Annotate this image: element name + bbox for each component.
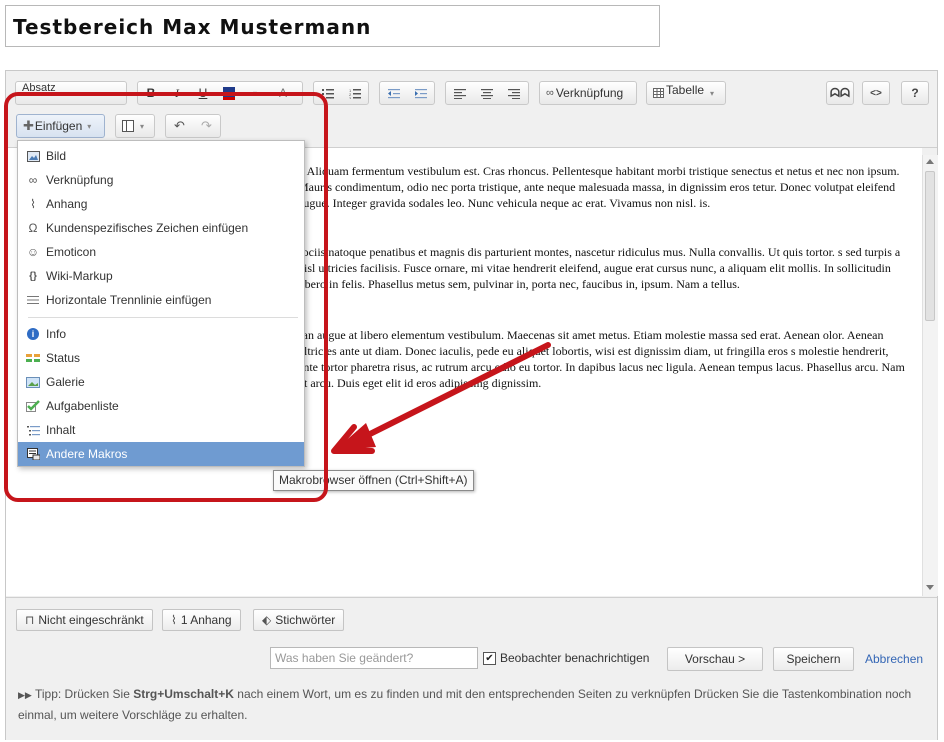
align-left-button[interactable] <box>446 82 473 104</box>
table-button-label: Tabelle <box>666 83 705 97</box>
scroll-down-icon[interactable] <box>926 585 934 590</box>
unlocked-padlock-icon: ⊓ <box>25 613 35 627</box>
restrictions-label: Nicht eingeschränkt <box>38 613 144 627</box>
alignment-group <box>445 81 529 105</box>
callout-arrow-icon <box>331 342 551 454</box>
source-editor-button[interactable]: <> <box>862 81 890 105</box>
keyboard-tip: ▶▶ Tipp: Drücken Sie Strg+Umschalt+K nac… <box>18 684 938 725</box>
outdent-button[interactable] <box>380 82 407 104</box>
binoculars-icon: ᗣᗣ <box>830 85 850 100</box>
align-right-button[interactable] <box>500 82 527 104</box>
labels-label: Stichwörter <box>275 613 336 627</box>
save-button-label: Speichern <box>786 652 841 666</box>
preview-button[interactable]: Vorschau > <box>667 647 763 671</box>
numbered-list-icon: 123 <box>349 88 361 99</box>
restrictions-button[interactable]: ⊓ Nicht eingeschränkt <box>16 609 153 631</box>
content-paragraph: t. Aliquam fermentum vestibulum est. Cra… <box>298 164 900 210</box>
page-title-input[interactable]: Testbereich Max Mustermann <box>5 5 660 47</box>
numbered-list-button[interactable]: 123 <box>341 82 368 104</box>
chevron-down-icon: ▾ <box>710 88 715 98</box>
scrollbar-thumb[interactable] <box>925 171 935 321</box>
notify-watchers-label: Beobachter benachrichtigen <box>500 651 650 665</box>
checkbox-checked-icon[interactable]: ✔ <box>483 651 496 665</box>
outdent-icon <box>387 88 400 98</box>
notify-watchers-option[interactable]: ✔ Beobachter benachrichtigen <box>483 651 649 665</box>
preview-button-label: Vorschau > <box>684 652 746 666</box>
attachments-label: 1 Anhang <box>180 613 232 627</box>
editor-scrollbar[interactable] <box>922 155 938 596</box>
link-button[interactable]: ∞ Verknüpfung <box>539 81 637 105</box>
indent-button[interactable] <box>407 82 434 104</box>
tip-prefix: Tipp: Drücken Sie <box>34 687 134 701</box>
double-chevron-icon: ▶▶ <box>18 690 32 700</box>
indent-icon <box>414 88 427 98</box>
scroll-up-icon[interactable] <box>926 159 934 164</box>
paperclip-icon: ⌇ <box>171 613 177 627</box>
help-icon: ? <box>911 86 919 100</box>
find-replace-button[interactable]: ᗣᗣ <box>826 81 854 105</box>
tag-icon: ⬖ <box>262 613 272 627</box>
source-code-icon: <> <box>870 87 882 99</box>
table-button[interactable]: Tabelle ▾ <box>646 81 726 105</box>
highlight-callout-box <box>4 92 328 502</box>
link-icon: ∞ <box>546 87 554 99</box>
labels-button[interactable]: ⬖ Stichwörter <box>253 609 345 631</box>
content-paragraph: sociis natoque penatibus et magnis dis p… <box>298 245 901 291</box>
svg-text:3: 3 <box>349 96 352 99</box>
tip-shortcut: Strg+Umschalt+K <box>133 687 234 701</box>
change-comment-input[interactable] <box>270 647 478 669</box>
align-left-icon <box>453 88 466 99</box>
align-right-icon <box>507 88 520 99</box>
align-center-icon <box>480 88 493 99</box>
align-center-button[interactable] <box>473 82 500 104</box>
attachments-button[interactable]: ⌇ 1 Anhang <box>162 609 241 631</box>
cancel-link[interactable]: Abbrechen <box>865 652 923 666</box>
help-button[interactable]: ? <box>901 81 929 105</box>
indent-group <box>379 81 435 105</box>
link-button-label: Verknüpfung <box>555 86 624 100</box>
table-icon <box>653 88 664 98</box>
save-button[interactable]: Speichern <box>773 647 854 671</box>
